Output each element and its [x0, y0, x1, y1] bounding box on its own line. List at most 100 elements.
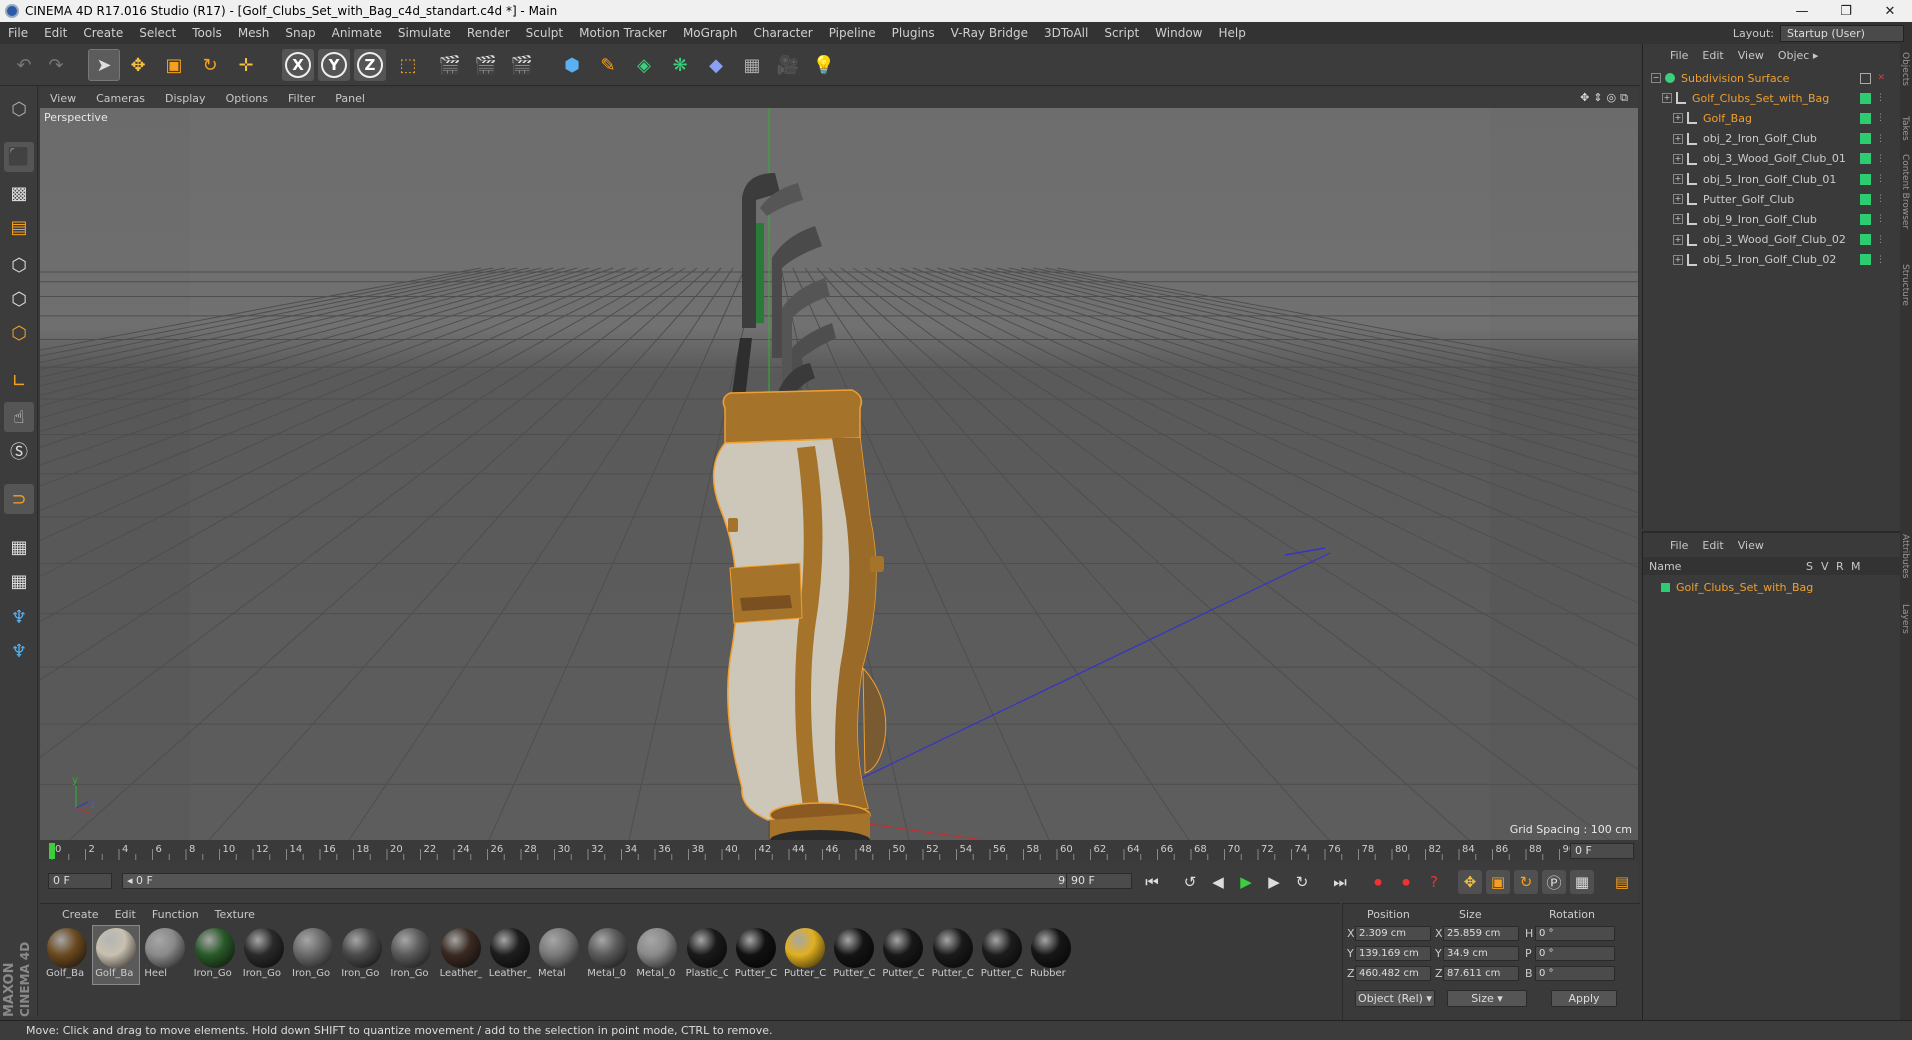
- material-menu-texture[interactable]: Texture: [207, 908, 263, 921]
- expand-icon[interactable]: +: [1673, 133, 1683, 144]
- pen-spline-icon[interactable]: ✎: [592, 49, 624, 81]
- key-position-icon[interactable]: ✥: [1458, 870, 1482, 894]
- viewport-nav-icons[interactable]: ✥⇕◎⧉: [1580, 91, 1638, 105]
- rot-h-field[interactable]: 0 °: [1535, 926, 1615, 941]
- magnet-icon[interactable]: ⊃: [4, 484, 34, 514]
- minimize-button[interactable]: —: [1780, 4, 1824, 19]
- editor-render-dots-icon[interactable]: ⋮: [1876, 93, 1885, 103]
- workplane-grid-icon[interactable]: ▦: [4, 566, 34, 596]
- key-rotation-icon[interactable]: ↻: [1514, 870, 1538, 894]
- rot-b-field[interactable]: 0 °: [1535, 966, 1615, 981]
- axis-mode-icon[interactable]: ∟: [4, 366, 34, 396]
- key-scale-icon[interactable]: ▣: [1486, 870, 1510, 894]
- size-z-field[interactable]: 87.611 cm: [1443, 966, 1519, 981]
- layer-menu-item[interactable]: File: [1663, 539, 1695, 552]
- object-row[interactable]: + Putter_Golf_Club ⋮: [1643, 189, 1901, 209]
- material-swatch[interactable]: Metal_0: [585, 926, 631, 984]
- editor-render-dots-icon[interactable]: ⋮: [1876, 194, 1885, 204]
- viewport-menu-panel[interactable]: Panel: [325, 92, 375, 105]
- rot-p-field[interactable]: 0 °: [1535, 946, 1615, 961]
- camera-icon[interactable]: 🎥: [772, 49, 804, 81]
- key-pla-icon[interactable]: ▦: [1570, 870, 1594, 894]
- menu-sculpt[interactable]: Sculpt: [518, 26, 571, 40]
- tab-takes[interactable]: Takes: [1900, 116, 1910, 141]
- workplane-lock-icon[interactable]: ▦: [4, 532, 34, 562]
- autokey-icon[interactable]: ⏺: [1394, 870, 1418, 894]
- object-menu-item[interactable]: View: [1731, 49, 1771, 62]
- visibility-check-icon[interactable]: [1860, 234, 1871, 246]
- object-row[interactable]: + obj_3_Wood_Golf_Club_02 ⋮: [1643, 230, 1901, 250]
- expand-icon[interactable]: +: [1673, 174, 1683, 184]
- material-swatch[interactable]: Iron_Go: [388, 926, 434, 984]
- start-frame-field[interactable]: 0 F: [48, 873, 112, 889]
- tab-content-browser[interactable]: Content Browser: [1900, 154, 1910, 229]
- visibility-check-icon[interactable]: [1860, 193, 1871, 205]
- render-view-icon[interactable]: 🎬: [434, 49, 466, 81]
- cube-primitive-icon[interactable]: ⬢: [556, 49, 588, 81]
- texture-mode-icon[interactable]: ▩: [4, 178, 34, 208]
- menu-edit[interactable]: Edit: [36, 26, 75, 40]
- render-settings-icon[interactable]: 🎬: [506, 49, 538, 81]
- go-to-end-icon[interactable]: ⏭: [1328, 870, 1352, 894]
- tab-objects[interactable]: Objects: [1900, 52, 1910, 86]
- playhead[interactable]: [49, 843, 55, 859]
- make-editable-icon[interactable]: ⬡: [4, 94, 34, 124]
- material-swatch[interactable]: Plastic_C: [684, 926, 730, 984]
- expand-icon[interactable]: +: [1662, 93, 1672, 104]
- timeline-ruler[interactable]: 0 2 4 6 8 10 12 14 16 18 20 22 24 26 28 30 32 34 36 38 40 42 4…: [40, 841, 1638, 861]
- pos-x-field[interactable]: 2.309 cm: [1355, 926, 1431, 941]
- size-x-field[interactable]: 25.859 cm: [1443, 926, 1519, 941]
- editor-render-dots-icon[interactable]: ⋮: [1876, 134, 1885, 144]
- material-swatch[interactable]: Iron_Go: [241, 926, 287, 984]
- move-tool-icon[interactable]: ✥: [122, 49, 154, 81]
- object-row[interactable]: + obj_5_Iron_Golf_Club_02 ⋮: [1643, 250, 1901, 270]
- tab-structure[interactable]: Structure: [1900, 264, 1910, 306]
- object-menu-item[interactable]: File: [1663, 49, 1695, 62]
- object-menu-item[interactable]: Edit: [1695, 49, 1730, 62]
- subdivision-surface-icon[interactable]: ◈: [628, 49, 660, 81]
- material-menu-edit[interactable]: Edit: [107, 908, 144, 921]
- material-swatch[interactable]: Heel: [142, 926, 188, 984]
- menu-v-ray-bridge[interactable]: V-Ray Bridge: [943, 26, 1036, 40]
- editor-render-dots-icon[interactable]: ⋮: [1876, 174, 1885, 184]
- material-swatch[interactable]: Golf_Ba: [44, 926, 90, 984]
- menu-mesh[interactable]: Mesh: [230, 26, 278, 40]
- material-swatch[interactable]: Iron_Go: [339, 926, 385, 984]
- editor-render-dots-icon[interactable]: ⋮: [1876, 214, 1885, 224]
- menu-3dtoall[interactable]: 3DToAll: [1036, 26, 1096, 40]
- visibility-check-icon[interactable]: [1860, 153, 1871, 165]
- menu-motion-tracker[interactable]: Motion Tracker: [571, 26, 675, 40]
- menu-file[interactable]: File: [0, 26, 36, 40]
- menu-mograph[interactable]: MoGraph: [675, 26, 746, 40]
- cloner-icon[interactable]: ❋: [664, 49, 696, 81]
- python-script-icon[interactable]: ♆: [4, 636, 34, 666]
- visibility-check-icon[interactable]: [1860, 213, 1871, 225]
- deformer-icon[interactable]: ◆: [700, 49, 732, 81]
- editor-render-dots-icon[interactable]: ⋮: [1876, 113, 1885, 123]
- object-row[interactable]: − Subdivision Surface ✕: [1643, 68, 1901, 88]
- menu-pipeline[interactable]: Pipeline: [821, 26, 884, 40]
- material-swatch[interactable]: Iron_Go: [290, 926, 336, 984]
- object-menu-item[interactable]: Objec ▸: [1771, 49, 1826, 62]
- object-row[interactable]: + obj_5_Iron_Golf_Club_01 ⋮: [1643, 169, 1901, 189]
- layer-menu-item[interactable]: Edit: [1695, 539, 1730, 552]
- material-menu-create[interactable]: Create: [54, 908, 107, 921]
- menu-select[interactable]: Select: [131, 26, 184, 40]
- model-mode-icon[interactable]: ⬛: [4, 142, 34, 172]
- visibility-check-icon[interactable]: [1860, 133, 1871, 145]
- timeline-window-icon[interactable]: ▤: [1610, 870, 1634, 894]
- expand-icon[interactable]: +: [1673, 234, 1683, 245]
- menu-render[interactable]: Render: [459, 26, 518, 40]
- viewport-menu-options[interactable]: Options: [216, 92, 278, 105]
- next-key-icon[interactable]: ↻: [1290, 870, 1314, 894]
- record-icon[interactable]: ⏺: [1366, 870, 1390, 894]
- viewport-menu-filter[interactable]: Filter: [278, 92, 325, 105]
- coordinate-system-icon[interactable]: ⬚: [392, 49, 424, 81]
- select-tool-icon[interactable]: ➤: [88, 49, 120, 81]
- layout-dropdown[interactable]: Startup (User): [1780, 24, 1904, 42]
- object-row[interactable]: + Golf_Bag ⋮: [1643, 108, 1901, 128]
- menu-plugins[interactable]: Plugins: [884, 26, 943, 40]
- editor-render-dots-icon[interactable]: ✕: [1877, 73, 1885, 83]
- undo-icon[interactable]: ↶: [8, 49, 40, 81]
- menu-snap[interactable]: Snap: [277, 26, 323, 40]
